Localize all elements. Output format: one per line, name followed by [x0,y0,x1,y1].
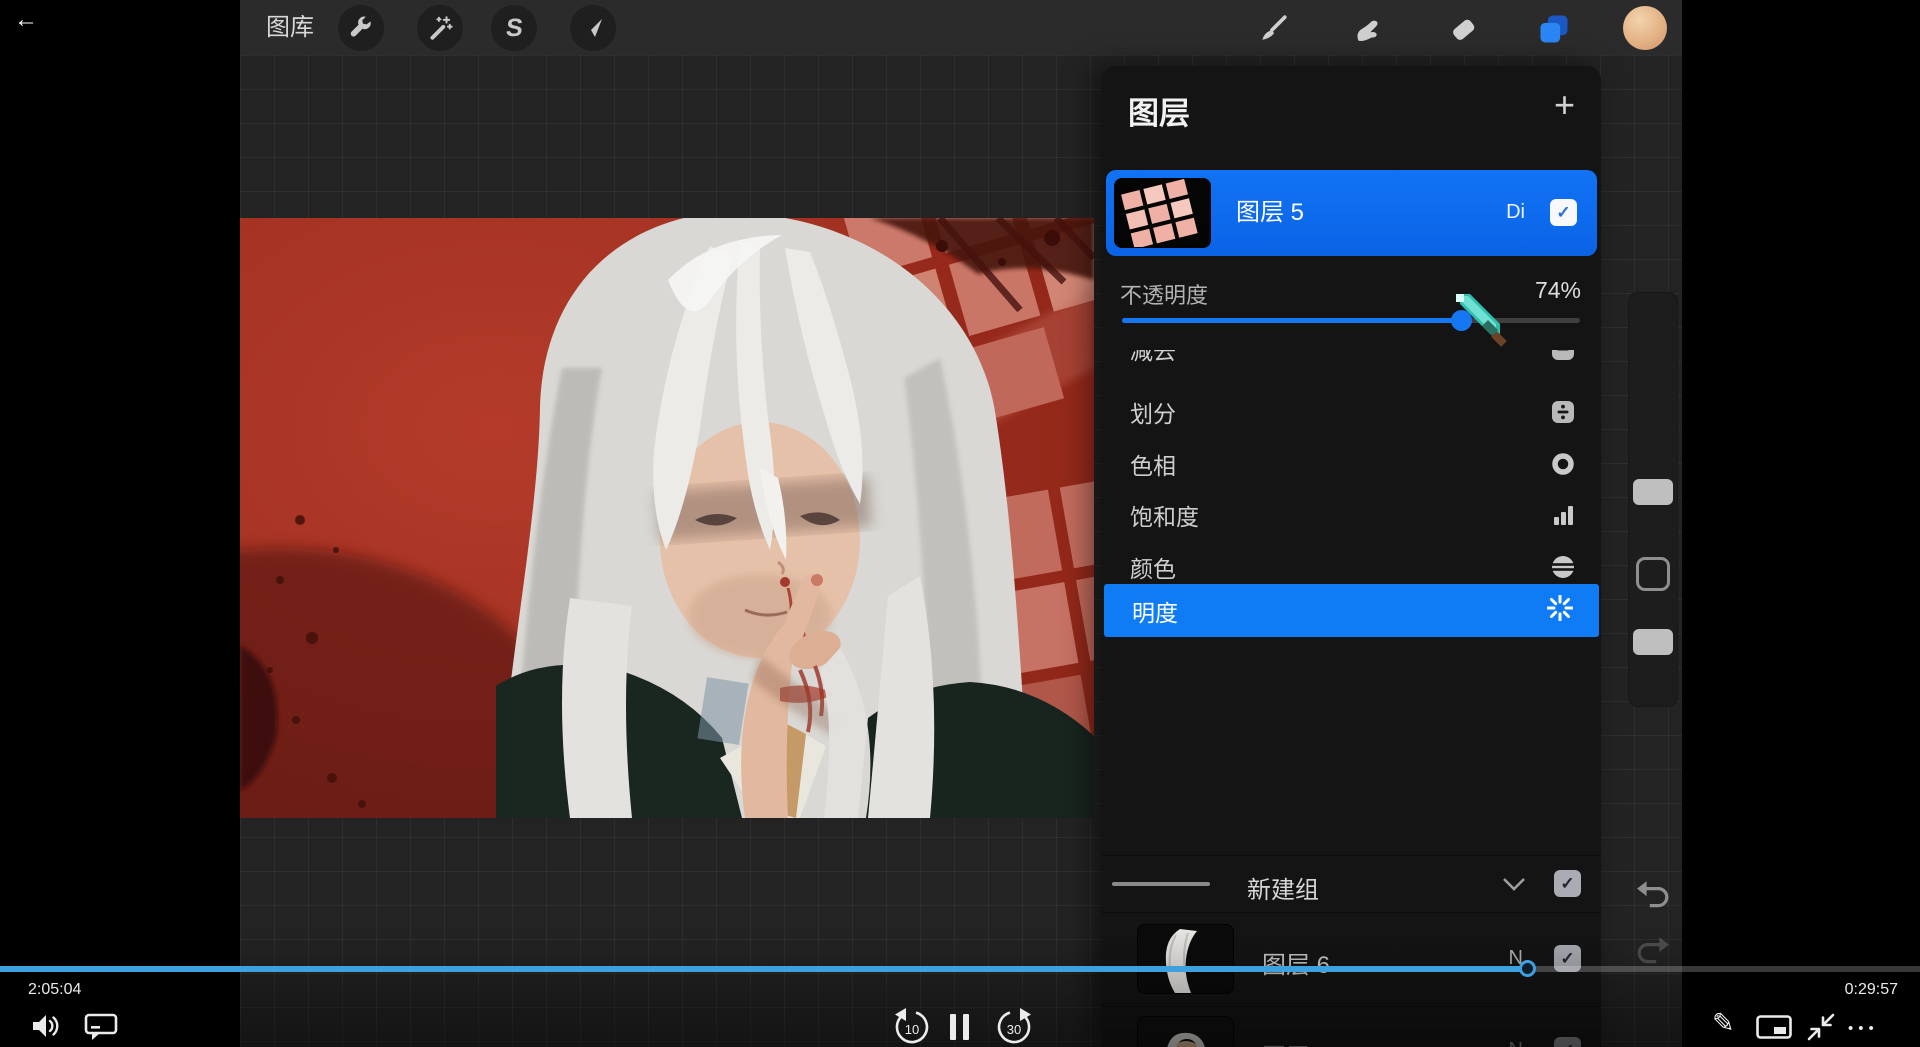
layer-row[interactable]: 图层 6 N ✓ [1102,912,1601,1004]
forward-30-button[interactable]: 30 [995,1008,1033,1046]
video-player: 图库 S [0,0,1920,1047]
actions-button[interactable] [338,5,384,51]
back-button[interactable]: ← [8,2,44,38]
speaker-icon [30,1010,62,1042]
layer-thumbnail [1114,178,1211,248]
color-blend-icon [1551,555,1575,579]
layer-thumbnail [1137,1016,1234,1047]
blend-mode-row-saturation[interactable]: 饱和度 [1102,489,1601,541]
brush-opacity-slider-handle[interactable] [1633,629,1673,655]
layer-row-partial[interactable]: 图层 5 N ✓ [1102,1006,1601,1047]
adjustments-button[interactable] [417,5,463,51]
group-stack-indicator [1112,882,1210,886]
remaining-time: 0:29:57 [1845,981,1898,999]
blend-mode-label: 色相 [1130,447,1551,481]
luminosity-icon [1547,595,1573,626]
divide-icon [1551,400,1575,424]
video-progress-bar[interactable] [0,966,1920,972]
procreate-toolbar: 图库 S [240,0,1682,55]
saturation-icon [1551,503,1575,527]
hue-icon [1551,452,1575,476]
rewind-10-button[interactable]: 10 [893,1008,931,1046]
opacity-value: 74% [1535,277,1581,304]
opacity-slider[interactable] [1122,318,1580,323]
redo-button[interactable] [1636,934,1670,968]
pip-button[interactable] [1756,1015,1792,1039]
blend-mode-badge[interactable]: N [1509,1039,1523,1047]
annotate-button[interactable]: ✎ [1712,1008,1735,1039]
color-swatch-button[interactable] [1623,6,1667,50]
forward-seconds: 30 [995,1022,1033,1037]
blend-mode-row-divide[interactable]: 划分 [1102,386,1601,438]
transform-button[interactable] [570,5,616,51]
brush-tool-button[interactable] [1253,10,1293,48]
subtitle-chat-icon [84,1013,118,1041]
pause-bar [950,1014,956,1040]
current-time: 2:05:04 [28,981,81,999]
smudge-finger-icon [1351,14,1381,44]
group-name: 新建组 [1247,870,1319,905]
eraser-tool-button[interactable] [1443,10,1483,48]
shrink-arrows-icon [1806,1012,1836,1042]
subtract-icon [1551,350,1575,361]
blend-mode-badge[interactable]: Di [1506,201,1525,224]
blend-mode-label: 明度 [1132,594,1547,628]
rewind-seconds: 10 [893,1022,931,1037]
sidebar-slider-column [1628,292,1678,707]
modify-button[interactable] [1636,557,1670,591]
undo-button[interactable] [1636,878,1670,912]
layers-panel: 图层 + 图层 5 Di ✓ [1102,66,1601,1047]
redo-icon [1636,934,1670,968]
selection-button[interactable]: S [491,5,537,51]
layer-name: 图层 5 [1262,1037,1330,1047]
artwork-canvas[interactable] [240,218,1094,818]
opacity-label: 不透明度 [1120,278,1208,310]
wrench-icon [348,15,374,41]
blend-mode-row-hue[interactable]: 色相 [1102,438,1601,490]
group-visibility-checkbox[interactable]: ✓ [1554,870,1581,897]
selection-s-icon: S [504,14,524,43]
eraser-icon [1448,14,1478,44]
blend-mode-row-luminosity-selected[interactable]: 明度 [1104,584,1599,637]
layer-row-selected[interactable]: 图层 5 Di ✓ [1106,170,1597,256]
transform-arrow-icon [581,16,605,40]
subtitle-button[interactable] [84,1013,118,1041]
volume-button[interactable] [30,1010,62,1042]
blend-mode-row-cutoff[interactable]: 减去 [1102,350,1601,376]
layers-tool-button[interactable] [1534,10,1574,48]
artwork-illustration [240,218,1094,818]
layer-group-row[interactable]: 新建组 ✓ [1102,855,1601,911]
undo-icon [1636,878,1670,912]
pause-bar [963,1014,969,1040]
layer-name: 图层 6 [1262,945,1330,980]
brush-size-slider-handle[interactable] [1633,479,1673,505]
opacity-slider-thumb[interactable] [1451,310,1472,331]
layer-name: 图层 5 [1236,170,1304,256]
opacity-slider-fill [1122,318,1461,323]
layer-thumbnail [1137,924,1234,994]
layers-panel-title: 图层 [1128,88,1190,133]
picture-in-picture-icon [1756,1015,1792,1039]
exit-fullscreen-button[interactable] [1806,1012,1836,1042]
smudge-tool-button[interactable] [1346,10,1386,48]
chevron-down-icon[interactable] [1503,878,1525,896]
blend-mode-label: 减去 [1130,350,1551,366]
layer-visibility-checkbox[interactable]: ✓ [1550,199,1577,226]
layer-visibility-checkbox[interactable]: ✓ [1554,1037,1581,1047]
blend-mode-label: 饱和度 [1130,498,1551,532]
progress-playhead[interactable] [1519,960,1536,977]
blend-mode-label: 划分 [1130,395,1551,429]
pause-button[interactable] [950,1014,972,1040]
magic-wand-icon [427,15,453,41]
add-layer-button[interactable]: + [1554,84,1575,126]
progress-fill [0,966,1527,972]
layers-icon [1538,13,1570,45]
blend-mode-label: 颜色 [1130,550,1551,584]
brush-icon [1258,14,1288,44]
gallery-button[interactable]: 图库 [266,0,314,55]
more-options-button[interactable]: ••• [1848,1020,1879,1037]
